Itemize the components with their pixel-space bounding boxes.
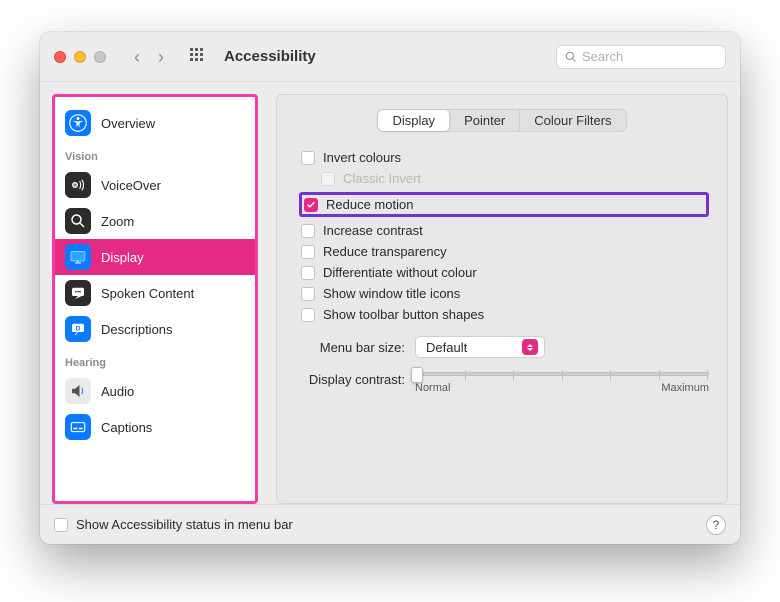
window-controls (54, 51, 106, 63)
sidebar-item-label: Captions (101, 420, 152, 435)
sidebar-item-label: Spoken Content (101, 286, 194, 301)
close-window-button[interactable] (54, 51, 66, 63)
tab-pointer[interactable]: Pointer (450, 110, 520, 131)
sidebar-item-label: Overview (101, 116, 155, 131)
sidebar-item-label: Descriptions (101, 322, 173, 337)
sidebar-item-label: Zoom (101, 214, 134, 229)
captions-icon (65, 414, 91, 440)
option-classic-invert: Classic Invert (321, 171, 709, 186)
checkmark-icon (306, 200, 316, 210)
footer: Show Accessibility status in menu bar ? (40, 504, 740, 544)
display-icon (65, 244, 91, 270)
option-differentiate-without-colour[interactable]: Differentiate without colour (301, 265, 709, 280)
sidebar-item-descriptions[interactable]: D Descriptions (55, 311, 255, 347)
sidebar-item-voiceover[interactable]: VoiceOver (55, 167, 255, 203)
back-button[interactable]: ‹ (134, 48, 140, 66)
svg-text:D: D (76, 326, 81, 333)
checkbox[interactable] (301, 245, 315, 259)
svg-text:•••: ••• (75, 290, 81, 296)
tab-colour-filters[interactable]: Colour Filters (520, 110, 625, 131)
option-reduce-transparency[interactable]: Reduce transparency (301, 244, 709, 259)
titlebar: ‹ › Accessibility Search (40, 32, 740, 82)
options-list: Invert colours Classic Invert Reduce mot… (301, 150, 709, 322)
slider-min-label: Normal (415, 382, 450, 394)
option-label: Classic Invert (343, 171, 421, 186)
sidebar[interactable]: Overview Vision VoiceOver Zoom (55, 101, 255, 501)
sidebar-item-display[interactable]: Display (55, 239, 255, 275)
checkbox[interactable] (54, 518, 68, 532)
main-content: Display Pointer Colour Filters Invert co… (276, 94, 728, 504)
spoken-content-icon: ••• (65, 280, 91, 306)
sidebar-section-hearing: Hearing (55, 347, 255, 373)
voiceover-icon (65, 172, 91, 198)
option-label: Invert colours (323, 150, 401, 165)
sidebar-item-spoken-content[interactable]: ••• Spoken Content (55, 275, 255, 311)
option-reduce-motion[interactable]: Reduce motion (304, 197, 413, 212)
checkbox[interactable] (301, 266, 315, 280)
menu-bar-size-row: Menu bar size: Default (295, 336, 709, 358)
sidebar-item-overview[interactable]: Overview (55, 105, 255, 141)
sidebar-item-label: Audio (101, 384, 134, 399)
footer-show-status-option[interactable]: Show Accessibility status in menu bar (54, 517, 293, 532)
descriptions-icon: D (65, 316, 91, 342)
slider-thumb[interactable] (411, 367, 423, 383)
footer-label: Show Accessibility status in menu bar (76, 517, 293, 532)
segmented-tabs: Display Pointer Colour Filters (377, 109, 626, 132)
window-title: Accessibility (224, 48, 316, 65)
display-contrast-row: Display contrast: Normal Maximum (295, 372, 709, 394)
sidebar-item-label: Display (101, 250, 144, 265)
option-show-window-title-icons[interactable]: Show window title icons (301, 286, 709, 301)
minimize-window-button[interactable] (74, 51, 86, 63)
select-value: Default (426, 340, 467, 355)
forward-button[interactable]: › (158, 48, 164, 66)
sidebar-item-zoom[interactable]: Zoom (55, 203, 255, 239)
checkbox[interactable] (301, 151, 315, 165)
sidebar-item-label: VoiceOver (101, 178, 161, 193)
option-label: Show toolbar button shapes (323, 307, 484, 322)
search-placeholder: Search (582, 49, 623, 64)
sidebar-highlight-annotation: Overview Vision VoiceOver Zoom (52, 94, 258, 504)
menu-bar-size-label: Menu bar size: (295, 340, 405, 355)
nav-arrows: ‹ › (134, 48, 164, 66)
search-icon (565, 51, 577, 63)
sidebar-section-vision: Vision (55, 141, 255, 167)
accessibility-icon (65, 110, 91, 136)
zoom-icon (65, 208, 91, 234)
option-label: Increase contrast (323, 223, 423, 238)
help-button[interactable]: ? (706, 515, 726, 535)
select-stepper-icon (522, 339, 538, 355)
checkbox[interactable] (301, 287, 315, 301)
option-invert-colours[interactable]: Invert colours (301, 150, 709, 165)
sidebar-item-audio[interactable]: Audio (55, 373, 255, 409)
checkbox[interactable] (301, 308, 315, 322)
checkbox[interactable] (304, 198, 318, 212)
sidebar-item-captions[interactable]: Captions (55, 409, 255, 445)
tab-display[interactable]: Display (378, 110, 450, 131)
option-show-toolbar-button-shapes[interactable]: Show toolbar button shapes (301, 307, 709, 322)
search-field[interactable]: Search (556, 45, 726, 69)
all-prefs-grid-icon[interactable] (190, 48, 204, 65)
option-label: Show window title icons (323, 286, 460, 301)
option-label: Reduce motion (326, 197, 413, 212)
checkbox (321, 172, 335, 186)
help-icon: ? (713, 518, 720, 532)
option-label: Reduce transparency (323, 244, 447, 259)
zoom-window-button[interactable] (94, 51, 106, 63)
slider-max-label: Maximum (661, 382, 709, 394)
menu-bar-size-select[interactable]: Default (415, 336, 545, 358)
preferences-window: ‹ › Accessibility Search Overview Vision (40, 32, 740, 544)
option-increase-contrast[interactable]: Increase contrast (301, 223, 709, 238)
option-label: Differentiate without colour (323, 265, 477, 280)
reduce-motion-highlight-annotation: Reduce motion (299, 192, 709, 217)
display-contrast-slider[interactable]: Normal Maximum (415, 372, 709, 394)
display-contrast-label: Display contrast: (295, 372, 405, 387)
audio-icon (65, 378, 91, 404)
checkbox[interactable] (301, 224, 315, 238)
